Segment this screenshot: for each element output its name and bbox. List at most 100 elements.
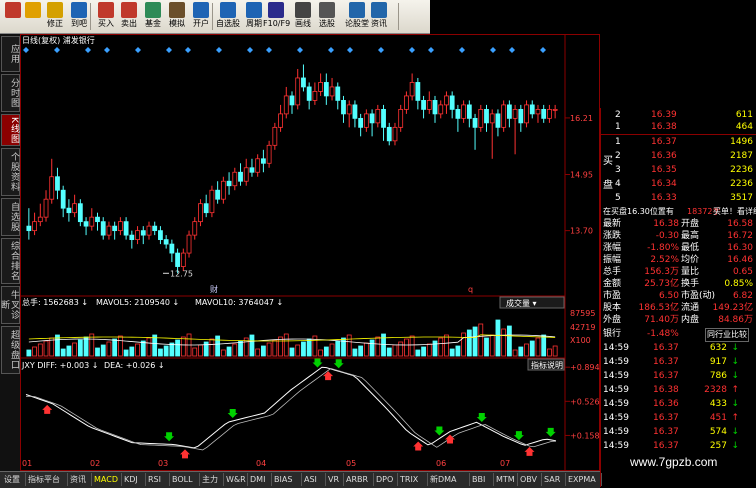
event-diamond-icon[interactable] <box>54 47 60 53</box>
toolbar-button-6[interactable]: 基金 <box>142 0 164 33</box>
volume-bar <box>421 346 426 357</box>
toolbar-button-8[interactable]: 开户 <box>190 0 212 33</box>
buy-icon <box>98 2 114 18</box>
stat-label: 涨幅 <box>603 243 622 253</box>
indicator-tab-mtm[interactable]: MTM <box>494 473 518 486</box>
toolbar-button-9[interactable]: 自选股 <box>215 0 241 33</box>
indicator-tab-w&r[interactable]: W&R <box>224 473 248 486</box>
indicator-tab-设置[interactable]: 设置 <box>2 473 26 486</box>
tick-volume: 917 <box>709 357 727 367</box>
stat-label: 量比 <box>681 267 700 277</box>
event-diamond-icon[interactable] <box>409 47 415 53</box>
toolbar-button-12[interactable]: 画线 <box>290 0 316 33</box>
left-tab-6[interactable]: 牛叉诊断 <box>0 286 20 324</box>
toolbar-button-0[interactable] <box>2 0 24 33</box>
indicator-tab-arbr[interactable]: ARBR <box>344 473 374 486</box>
indicator-tab-macd[interactable]: MACD <box>92 473 122 486</box>
indicator-tab-boll[interactable]: BOLL <box>170 473 200 486</box>
indicator-tab-指标平台[interactable]: 指标平台 <box>26 473 68 486</box>
event-diamond-icon[interactable] <box>509 47 515 53</box>
toolbar-label: 资讯 <box>371 19 387 28</box>
volume-bar <box>438 337 444 357</box>
volume-bar <box>255 348 261 357</box>
toolbar-button-5[interactable]: 卖出 <box>118 0 140 33</box>
event-diamond-icon[interactable] <box>185 47 191 53</box>
indicator-tab-kdj[interactable]: KDJ <box>122 473 146 486</box>
toolbar-button-3[interactable]: 到吧 <box>68 0 90 33</box>
volume-bar <box>232 343 238 357</box>
event-diamond-icon[interactable] <box>490 47 496 53</box>
candle <box>243 167 249 182</box>
indicator-tab-主力[interactable]: 主力 <box>200 473 224 486</box>
month-label: 06 <box>436 459 446 468</box>
event-diamond-icon[interactable] <box>104 47 110 53</box>
indicator-tab-asi[interactable]: ASI <box>302 473 326 486</box>
candle <box>226 180 232 187</box>
event-diamond-icon[interactable] <box>459 47 465 53</box>
left-tab-7[interactable]: 超级盘口 <box>1 326 20 374</box>
event-diamond-icon[interactable] <box>216 47 222 53</box>
news-icon <box>371 2 387 18</box>
volume-bar <box>449 348 455 357</box>
left-tab-5[interactable]: 综合排名 <box>1 238 20 284</box>
event-diamond-icon[interactable] <box>378 47 384 53</box>
candle <box>220 180 226 200</box>
tick-volume: 574 <box>709 427 727 437</box>
indicator-tab-obv[interactable]: OBV <box>518 473 542 486</box>
stat-row: 振幅 2.52% 均价 16.46 <box>601 254 756 266</box>
event-diamond-icon[interactable] <box>166 47 172 53</box>
event-diamond-icon[interactable] <box>266 47 272 53</box>
toolbar-button-1[interactable] <box>22 0 44 33</box>
volume-bar <box>37 343 43 357</box>
indicator-tab-bias[interactable]: BIAS <box>272 473 302 486</box>
volume-bar <box>329 343 335 357</box>
pending-detail-link[interactable]: 买单！看详细 <box>713 206 756 218</box>
toolbar-button-2[interactable]: 修正 <box>44 0 66 33</box>
tick-price: 16.37 <box>653 413 679 423</box>
price-tick-label: 14.95 <box>570 171 593 180</box>
volume-bar <box>180 336 186 357</box>
indicator-tab-新dma[interactable]: 新DMA <box>428 473 470 486</box>
indicator-tab-dmi[interactable]: DMI <box>248 473 272 486</box>
event-diamond-icon[interactable] <box>297 47 303 53</box>
event-diamond-icon[interactable] <box>247 47 253 53</box>
star-icon <box>220 2 236 18</box>
left-tab-2[interactable]: K线图 <box>1 114 20 146</box>
toolbar-button-13[interactable]: 选股 <box>314 0 340 33</box>
candle <box>535 108 541 115</box>
toolbar-button-15[interactable]: 资讯 <box>366 0 392 33</box>
stat-value: 6.50 <box>658 291 679 301</box>
toolbar-button-7[interactable]: 模拟 <box>166 0 188 33</box>
event-diamond-icon[interactable] <box>85 47 91 53</box>
candle <box>198 203 203 223</box>
candle <box>112 225 118 232</box>
indicator-tab-bbi[interactable]: BBI <box>470 473 494 486</box>
indicator-tab-expma[interactable]: EXPMA <box>566 473 602 486</box>
left-tab-4[interactable]: 自选股 <box>1 198 20 236</box>
event-diamond-icon[interactable] <box>135 47 141 53</box>
indicator-tab-资讯[interactable]: 资讯 <box>68 473 92 486</box>
indicator-tab-trix[interactable]: TRIX <box>398 473 428 486</box>
left-tab-0[interactable]: 应用 <box>1 36 20 72</box>
volume-bar <box>140 340 146 357</box>
indicator-tab-sar[interactable]: SAR <box>542 473 566 486</box>
stat-label: 最新 <box>603 219 622 229</box>
indicator-tab-vr[interactable]: VR <box>326 473 344 486</box>
toolbar-button-11[interactable]: F10/F9 <box>263 0 290 33</box>
order-volume: 611 <box>735 110 753 120</box>
event-diamond-icon[interactable] <box>347 47 353 53</box>
indicator-tab-dpo[interactable]: DPO <box>374 473 398 486</box>
order-level: 4 <box>615 179 621 189</box>
indicator-tab-rsi[interactable]: RSI <box>146 473 170 486</box>
industry-compare-button[interactable]: 同行业比较 <box>705 328 749 342</box>
buy-signal-arrow-icon <box>180 449 190 459</box>
buy-signal-arrow-icon <box>42 404 53 414</box>
left-tab-1[interactable]: 分时图 <box>1 74 20 112</box>
event-diamond-icon[interactable] <box>328 47 334 53</box>
event-diamond-icon[interactable] <box>23 47 29 53</box>
down-arrow-icon: ↓ <box>731 343 739 353</box>
event-diamond-icon[interactable] <box>428 47 434 53</box>
event-diamond-icon[interactable] <box>540 47 546 53</box>
toolbar-button-4[interactable]: 买入 <box>95 0 117 33</box>
left-tab-3[interactable]: 个股资料 <box>1 148 20 196</box>
